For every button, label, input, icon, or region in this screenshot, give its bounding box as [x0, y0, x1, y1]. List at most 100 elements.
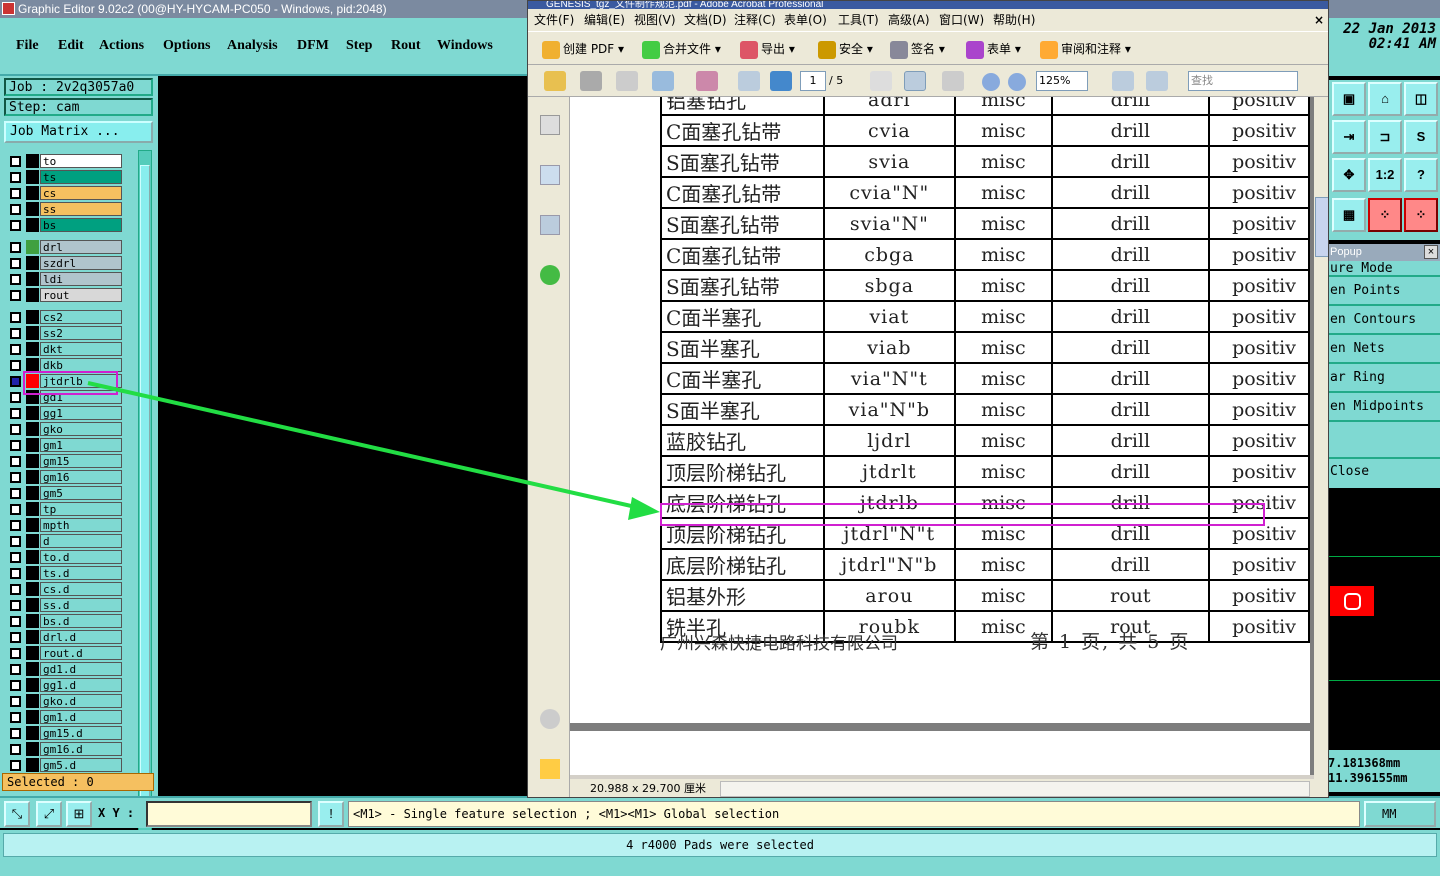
layer-row[interactable]: dkb [6, 358, 124, 372]
window-icon[interactable]: ◫ [1404, 82, 1438, 116]
layer-color-swatch[interactable] [26, 630, 39, 644]
help-icon[interactable]: ? [1404, 158, 1438, 192]
xy-input[interactable] [146, 801, 312, 827]
prev-page-icon[interactable] [738, 71, 760, 91]
popup-item[interactable]: en Midpoints [1328, 393, 1440, 422]
measure-icon[interactable]: ⤢ [36, 801, 62, 827]
layer-color-swatch[interactable] [26, 170, 39, 184]
layer-color-swatch[interactable] [26, 186, 39, 200]
layer-row[interactable]: to.d [6, 550, 124, 564]
layer-checkbox[interactable] [10, 376, 21, 387]
popup-item[interactable]: ar Ring [1328, 364, 1440, 393]
print-icon[interactable] [580, 71, 602, 91]
layer-row[interactable]: gm16 [6, 470, 124, 484]
layer-color-swatch[interactable] [26, 470, 39, 484]
layer-checkbox[interactable] [10, 616, 21, 627]
layer-row[interactable]: drl [6, 240, 124, 254]
layer-checkbox[interactable] [10, 504, 21, 515]
layer-checkbox[interactable] [10, 744, 21, 755]
layer-name[interactable]: ldi [40, 272, 122, 286]
layer-checkbox[interactable] [10, 360, 21, 371]
layer-row[interactable]: cs [6, 186, 124, 200]
layer-checkbox[interactable] [10, 568, 21, 579]
create-pdf-button[interactable]: 创建 PDF ▾ [542, 40, 624, 59]
layer-name[interactable]: drl.d [40, 630, 122, 644]
layer-name[interactable]: szdrl [40, 256, 122, 270]
menu-dfm[interactable]: DFM [297, 38, 329, 54]
layer-color-swatch[interactable] [26, 518, 39, 532]
layer-color-swatch[interactable] [26, 154, 39, 168]
a-menu-advanced[interactable]: 高级(A) [888, 9, 930, 31]
layer-row[interactable]: cs2 [6, 310, 124, 324]
layer-name[interactable]: gko [40, 422, 122, 436]
combine-files-button[interactable]: 合并文件 ▾ [642, 40, 721, 59]
next-page-icon[interactable] [770, 71, 792, 91]
layer-name[interactable]: cs.d [40, 582, 122, 596]
layer-row[interactable]: mpth [6, 518, 124, 532]
net-icon[interactable]: ⁘ [1368, 198, 1402, 232]
zoom-tool-icon[interactable] [942, 71, 964, 91]
layer-name[interactable]: ss.d [40, 598, 122, 612]
layer-checkbox[interactable] [10, 552, 21, 563]
layer-color-swatch[interactable] [26, 202, 39, 216]
layer-checkbox[interactable] [10, 728, 21, 739]
close-icon[interactable]: × [1314, 9, 1324, 31]
layer-name[interactable]: ss [40, 202, 122, 216]
layer-name[interactable]: bs.d [40, 614, 122, 628]
layer-checkbox[interactable] [10, 472, 21, 483]
layer-checkbox[interactable] [10, 290, 21, 301]
layer-color-swatch[interactable] [26, 310, 39, 324]
a-menu-view[interactable]: 视图(V) [634, 9, 676, 31]
layer-name[interactable]: gd1.d [40, 662, 122, 676]
menu-file[interactable]: File [16, 38, 39, 54]
a-menu-forms[interactable]: 表单(O) [784, 9, 827, 31]
layer-name[interactable]: tp [40, 502, 122, 516]
grid-snap-icon[interactable]: ⊞ [66, 801, 92, 827]
layer-checkbox[interactable] [10, 392, 21, 403]
layer-row[interactable]: d [6, 534, 124, 548]
layer-row[interactable]: ss.d [6, 598, 124, 612]
layer-checkbox[interactable] [10, 408, 21, 419]
menu-options[interactable]: Options [163, 38, 210, 54]
layer-name[interactable]: ts [40, 170, 122, 184]
select-text-icon[interactable] [870, 71, 892, 91]
layer-checkbox[interactable] [10, 258, 21, 269]
horizontal-scrollbar[interactable] [720, 781, 1310, 797]
layer-color-swatch[interactable] [26, 758, 39, 772]
layer-color-swatch[interactable] [26, 726, 39, 740]
layer-row[interactable]: gg1 [6, 406, 124, 420]
scroll-thumb[interactable] [140, 165, 150, 805]
signatures-icon[interactable] [540, 215, 560, 235]
layer-checkbox[interactable] [10, 680, 21, 691]
layer-checkbox[interactable] [10, 696, 21, 707]
layer-row[interactable]: ts [6, 170, 124, 184]
layer-color-swatch[interactable] [26, 342, 39, 356]
layer-checkbox[interactable] [10, 456, 21, 467]
layer-name[interactable]: bs [40, 218, 122, 232]
layer-row[interactable]: gm1.d [6, 710, 124, 724]
attachment-icon[interactable] [540, 709, 560, 729]
page-number-input[interactable]: 1 [800, 71, 826, 91]
layer-row[interactable]: ss2 [6, 326, 124, 340]
layer-name[interactable]: gg1 [40, 406, 122, 420]
layer-checkbox[interactable] [10, 712, 21, 723]
layer-name[interactable]: rout.d [40, 646, 122, 660]
layer-checkbox[interactable] [10, 648, 21, 659]
menu-step[interactable]: Step [346, 38, 372, 54]
layer-row[interactable]: gm16.d [6, 742, 124, 756]
layer-checkbox[interactable] [10, 242, 21, 253]
selected-pad[interactable] [1330, 586, 1374, 616]
open-icon[interactable] [544, 71, 566, 91]
layer-color-swatch[interactable] [26, 240, 39, 254]
layer-checkbox[interactable] [10, 204, 21, 215]
layer-name[interactable]: gm5 [40, 486, 122, 500]
layer-name[interactable]: to [40, 154, 122, 168]
fit-page-icon[interactable] [1112, 71, 1134, 91]
layer-color-swatch[interactable] [26, 566, 39, 580]
a-menu-document[interactable]: 文档(D) [684, 9, 727, 31]
sign-button[interactable]: 签名 ▾ [890, 40, 945, 59]
layer-checkbox[interactable] [10, 188, 21, 199]
menu-rout[interactable]: Rout [391, 38, 421, 54]
layer-color-swatch[interactable] [26, 710, 39, 724]
layer-color-swatch[interactable] [26, 678, 39, 692]
